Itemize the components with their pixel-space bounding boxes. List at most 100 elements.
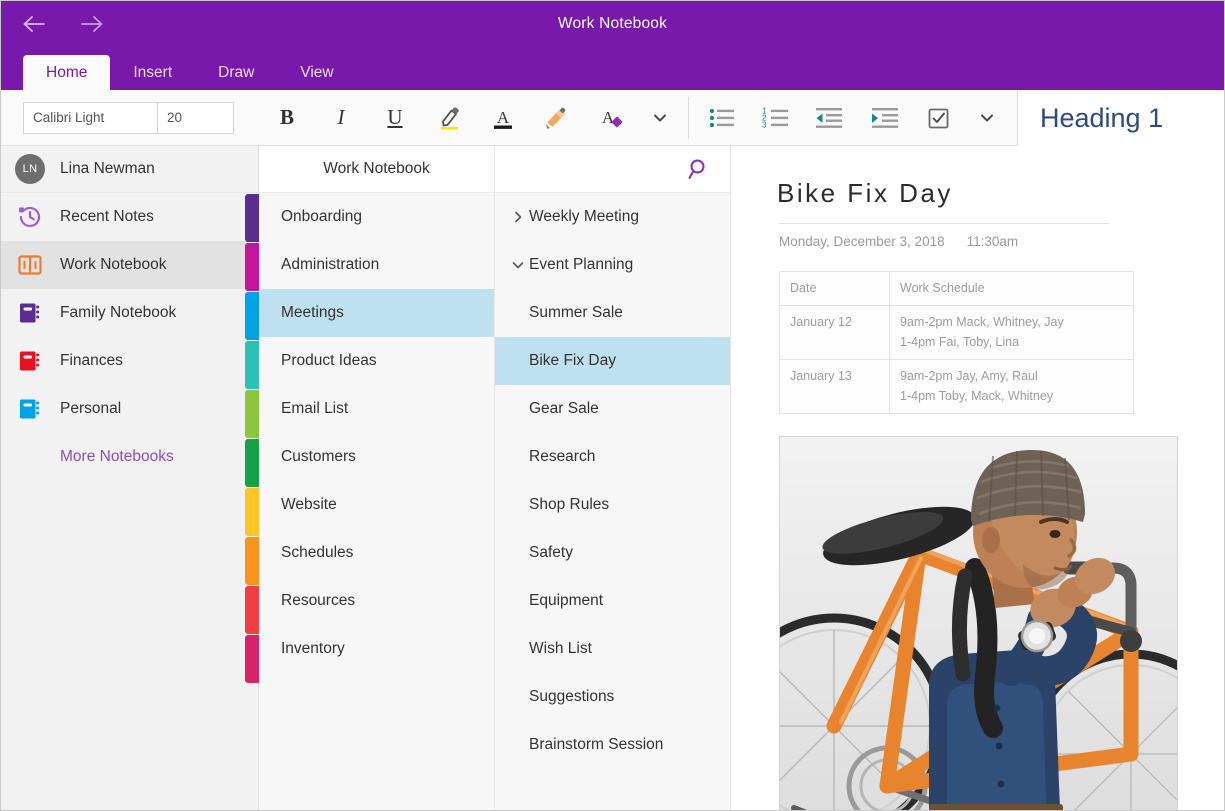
sidebar-item-family-notebook[interactable]: Family Notebook	[1, 289, 258, 337]
section-item-inventory[interactable]: Inventory	[259, 625, 494, 673]
page-list: Weekly Meeting Event Planning Summer Sale B…	[495, 193, 730, 769]
section-color-tab-10[interactable]	[245, 635, 259, 683]
note-canvas[interactable]: Bike Fix Day Monday, December 3, 2018 11:…	[731, 146, 1224, 810]
decrease-indent-button[interactable]	[803, 98, 857, 138]
svg-text:3: 3	[762, 120, 767, 129]
sidebar-item-finances[interactable]: Finances	[1, 337, 258, 385]
page-item-label: Equipment	[529, 592, 604, 609]
window-title: Work Notebook	[557, 15, 668, 32]
page-item-label: Gear Sale	[529, 400, 599, 417]
page-item-event-planning[interactable]: Event Planning	[495, 241, 730, 289]
section-color-tab-2[interactable]	[245, 243, 259, 291]
table-cell-date: January 13	[779, 359, 890, 414]
chevron-down-icon[interactable]	[507, 258, 529, 272]
section-color-tab-8[interactable]	[245, 537, 259, 585]
schedule-line: 9am-2pm Jay, Amy, Raul	[900, 369, 1038, 384]
list-overflow-button[interactable]	[965, 98, 1009, 138]
note-title-divider	[779, 223, 1109, 224]
more-notebooks-link[interactable]: More Notebooks	[1, 433, 258, 481]
tab-home[interactable]: Home	[23, 55, 111, 90]
page-item-brainstorm-session[interactable]: Brainstorm Session	[495, 721, 730, 769]
todo-tag-button[interactable]	[911, 98, 965, 138]
section-item-meetings[interactable]: Meetings	[259, 289, 494, 337]
section-color-tab-1[interactable]	[245, 194, 259, 242]
notebook-list: Recent Notes Work Notebook Family Notebook…	[1, 193, 258, 433]
table-header-cell: Date	[779, 270, 890, 307]
page-item-research[interactable]: Research	[495, 433, 730, 481]
highlight-button[interactable]	[422, 98, 476, 138]
decrease-indent-icon	[816, 107, 842, 128]
recent-clock-icon	[19, 206, 41, 228]
section-item-administration[interactable]: Administration	[259, 241, 494, 289]
section-item-email-list[interactable]: Email List	[259, 385, 494, 433]
notebook-icon	[20, 303, 40, 323]
forward-button[interactable]	[77, 9, 107, 39]
note-image[interactable]	[779, 435, 1178, 810]
style-gallery-button[interactable]: Heading 1	[1017, 90, 1224, 146]
page-item-safety[interactable]: Safety	[495, 529, 730, 577]
section-item-product-ideas[interactable]: Product Ideas	[259, 337, 494, 385]
section-color-tab-6[interactable]	[245, 439, 259, 487]
page-item-weekly-meeting[interactable]: Weekly Meeting	[495, 193, 730, 241]
section-color-tab-5[interactable]	[245, 390, 259, 438]
page-item-wish-list[interactable]: Wish List	[495, 625, 730, 673]
section-color-tab-7[interactable]	[245, 488, 259, 536]
page-item-label: Summer Sale	[529, 304, 623, 321]
sidebar-item-work-notebook[interactable]: Work Notebook	[1, 241, 258, 289]
search-button[interactable]	[684, 154, 714, 184]
tab-view[interactable]: View	[277, 55, 356, 90]
section-color-tab-3[interactable]	[245, 292, 259, 340]
page-item-equipment[interactable]: Equipment	[495, 577, 730, 625]
page-item-label: Event Planning	[529, 256, 634, 273]
notebook-icon	[20, 351, 40, 371]
underline-button[interactable]: U	[368, 98, 422, 138]
bulleted-list-button[interactable]	[695, 98, 749, 138]
notebook-rail: LN Lina Newman Recent Notes Work Notebook…	[1, 146, 259, 810]
section-list: Onboarding Administration Meetings Product …	[259, 193, 494, 673]
sections-pane: Work Notebook Onboarding Administration Me…	[259, 146, 495, 810]
user-account-row[interactable]: LN Lina Newman	[1, 146, 258, 193]
page-item-shop-rules[interactable]: Shop Rules	[495, 481, 730, 529]
tab-insert[interactable]: Insert	[110, 55, 195, 90]
page-item-summer-sale[interactable]: Summer Sale	[495, 289, 730, 337]
tab-draw[interactable]: Draw	[195, 55, 277, 90]
section-item-schedules[interactable]: Schedules	[259, 529, 494, 577]
open-book-icon	[18, 255, 42, 275]
font-name-input[interactable]: Calibri Light	[23, 101, 158, 134]
ribbon-tab-bar: Home Insert Draw View	[1, 47, 1224, 90]
page-item-label: Suggestions	[529, 688, 615, 705]
section-color-tab-4[interactable]	[245, 341, 259, 389]
note-title[interactable]: Bike Fix Day	[777, 178, 1224, 209]
section-item-customers[interactable]: Customers	[259, 433, 494, 481]
page-item-suggestions[interactable]: Suggestions	[495, 673, 730, 721]
format-overflow-button[interactable]	[638, 98, 682, 138]
sidebar-item-label: Finances	[60, 352, 123, 369]
arrow-right-icon	[81, 16, 103, 32]
section-color-tab-9[interactable]	[245, 586, 259, 634]
highlighter-icon	[441, 106, 459, 130]
open-book-icon	[15, 250, 45, 280]
bold-button[interactable]: B	[260, 98, 314, 138]
work-schedule-table[interactable]: Date Work Schedule January 12 9am-2pm Mack,…	[779, 270, 1134, 414]
notebook-icon	[15, 346, 45, 376]
text-styles-button[interactable]: A	[584, 98, 638, 138]
back-button[interactable]	[19, 9, 49, 39]
format-painter-button[interactable]	[530, 98, 584, 138]
page-item-gear-sale[interactable]: Gear Sale	[495, 385, 730, 433]
numbered-list-button[interactable]: 1 2 3	[749, 98, 803, 138]
sidebar-item-recent-notes[interactable]: Recent Notes	[1, 193, 258, 241]
italic-button[interactable]: I	[314, 98, 368, 138]
chevron-right-icon[interactable]	[507, 210, 529, 224]
note-time: 11:30am	[966, 234, 1019, 249]
title-bar: Work Notebook	[1, 1, 1224, 47]
font-size-input[interactable]: 20	[158, 101, 234, 134]
section-item-website[interactable]: Website	[259, 481, 494, 529]
svg-text:A: A	[602, 108, 615, 127]
font-color-button[interactable]: A	[476, 98, 530, 138]
section-item-resources[interactable]: Resources	[259, 577, 494, 625]
section-item-onboarding[interactable]: Onboarding	[259, 193, 494, 241]
sidebar-item-personal[interactable]: Personal	[1, 385, 258, 433]
page-item-bike-fix-day[interactable]: Bike Fix Day	[495, 337, 730, 385]
ribbon-divider	[688, 96, 689, 139]
increase-indent-button[interactable]	[857, 98, 911, 138]
